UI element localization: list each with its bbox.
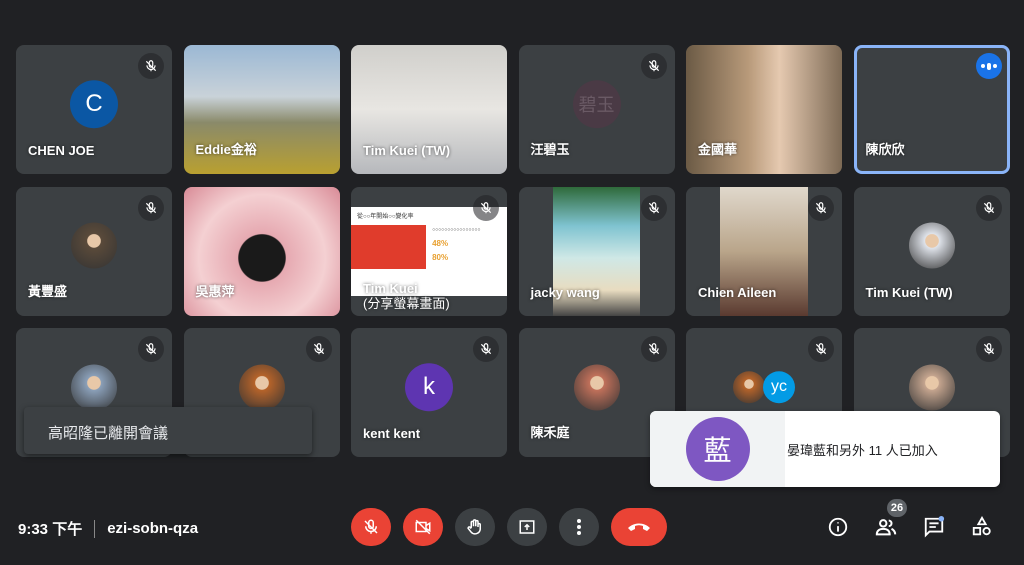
participant-name: jacky wang [530, 284, 600, 300]
mic-muted-icon [138, 53, 164, 79]
avatar [908, 222, 955, 269]
avatar: C [70, 79, 118, 128]
participant-name: CHEN JOE [28, 143, 95, 158]
mic-muted-icon [975, 336, 1002, 362]
participant-tile[interactable]: Tim Kuei (TW) [853, 186, 1010, 316]
clock: 9:33 下午 [18, 521, 83, 538]
video-grid: C CHEN JOE Eddie金裕 Tim Kuei (TW) 碧玉 汪碧玉 金國華 陳欣欣… [16, 45, 1010, 457]
camera-off-icon [415, 519, 431, 535]
chat-button[interactable] [919, 512, 949, 542]
more-options-button[interactable] [559, 508, 599, 546]
participant-tile[interactable]: 金國華 [686, 45, 842, 174]
left-meeting-toast: 高昭隆已離開會議 [24, 407, 312, 454]
activities-icon [972, 516, 991, 536]
avatar: yc [763, 370, 795, 403]
camera-toggle-button[interactable] [403, 508, 443, 546]
hang-up-icon [628, 523, 650, 531]
raise-hand-button[interactable] [455, 508, 495, 546]
participant-name: Tim Kuei (TW) [865, 284, 953, 300]
meeting-details: 9:33 下午 ezi-sobn-qza [18, 518, 198, 539]
participant-count-badge: 26 [887, 499, 907, 517]
present-icon [519, 520, 535, 534]
participant-tile[interactable]: 從○○年開始○○變化率 ○○○○○○○○○○○○○○○○ 48% 80% Tim … [351, 186, 507, 316]
joined-notification[interactable]: 藍 晏瑋藍和另外 11 人已加入 [650, 411, 1000, 487]
toast-text: 高昭隆已離開會議 [48, 425, 169, 442]
mic-off-icon [364, 519, 378, 534]
more-icon [577, 519, 581, 535]
meeting-info-button[interactable] [823, 512, 853, 542]
chat-icon [924, 516, 945, 538]
slide-header: ○○○○○○○○○○○○○○○○ [432, 226, 481, 233]
bottom-bar: 9:33 下午 ezi-sobn-qza [0, 496, 1024, 556]
participant-tile[interactable]: Eddie金裕 [183, 45, 340, 174]
mic-muted-icon [808, 194, 834, 221]
avatar [908, 363, 955, 410]
participant-tile[interactable]: 吳惠萍 [183, 186, 340, 316]
mic-muted-icon [473, 336, 499, 362]
mic-muted-icon [640, 53, 667, 79]
slide-red-block [351, 224, 426, 269]
people-icon [875, 519, 897, 536]
avatar [733, 370, 765, 403]
avatar [71, 222, 117, 269]
participant-tile[interactable]: 碧玉 汪碧玉 [518, 45, 675, 174]
participant-tile[interactable]: Tim Kuei (TW) [351, 45, 507, 174]
participant-tile[interactable]: k kent kent [351, 328, 507, 457]
leave-call-button[interactable] [611, 508, 667, 546]
participant-name: Tim Kuei (TW) [363, 143, 451, 158]
participant-status: (分享螢幕畫面) [363, 295, 450, 311]
participant-name: 金國華 [698, 142, 738, 157]
participant-tile[interactable]: Chien Aileen [686, 186, 842, 316]
mic-muted-icon [473, 194, 499, 221]
avatar: k [405, 362, 453, 411]
participant-tile[interactable]: 黃豐盛 [16, 186, 172, 316]
slide-stat: 80% [432, 252, 449, 262]
participant-name: 陳禾庭 [530, 425, 570, 440]
mic-toggle-button[interactable] [351, 508, 391, 546]
notification-text: 晏瑋藍和另外 11 人已加入 [787, 442, 938, 458]
divider [94, 519, 96, 538]
mic-muted-icon [975, 194, 1002, 221]
participant-name: kent kent [363, 426, 421, 441]
participant-name: 陳欣欣 [865, 142, 905, 157]
participant-name: 吳惠萍 [195, 283, 235, 299]
participant-tile[interactable]: jacky wang [518, 186, 675, 316]
slide-stat: 48% [432, 238, 449, 248]
activities-button[interactable] [967, 512, 997, 542]
mic-muted-icon [138, 194, 164, 221]
avatar [573, 363, 620, 410]
participant-name: 汪碧玉 [530, 142, 570, 157]
mic-muted-icon [640, 336, 667, 362]
mic-muted-icon [808, 336, 834, 362]
mic-muted-icon [138, 336, 164, 362]
avatar-group: yc [732, 363, 796, 411]
notification-avatar-area: 藍 [650, 411, 785, 487]
meeting-code: ezi-sobn-qza [107, 520, 199, 537]
avatar [238, 363, 285, 410]
avatar [71, 363, 117, 410]
present-button[interactable] [507, 508, 547, 546]
avatar: 藍 [685, 417, 750, 481]
speaking-indicator-icon [975, 53, 1002, 79]
mic-muted-icon [640, 194, 667, 221]
participant-tile[interactable]: 陳欣欣 [853, 45, 1010, 174]
participant-tile[interactable]: C CHEN JOE [16, 45, 172, 174]
participant-name: 黃豐盛 [28, 283, 68, 299]
info-icon [828, 517, 848, 537]
participant-name: Chien Aileen [698, 284, 777, 300]
participant-name: Eddie金裕 [195, 142, 257, 157]
mic-muted-icon [305, 336, 332, 362]
raise-hand-icon [467, 519, 481, 535]
avatar: 碧玉 [572, 79, 621, 128]
